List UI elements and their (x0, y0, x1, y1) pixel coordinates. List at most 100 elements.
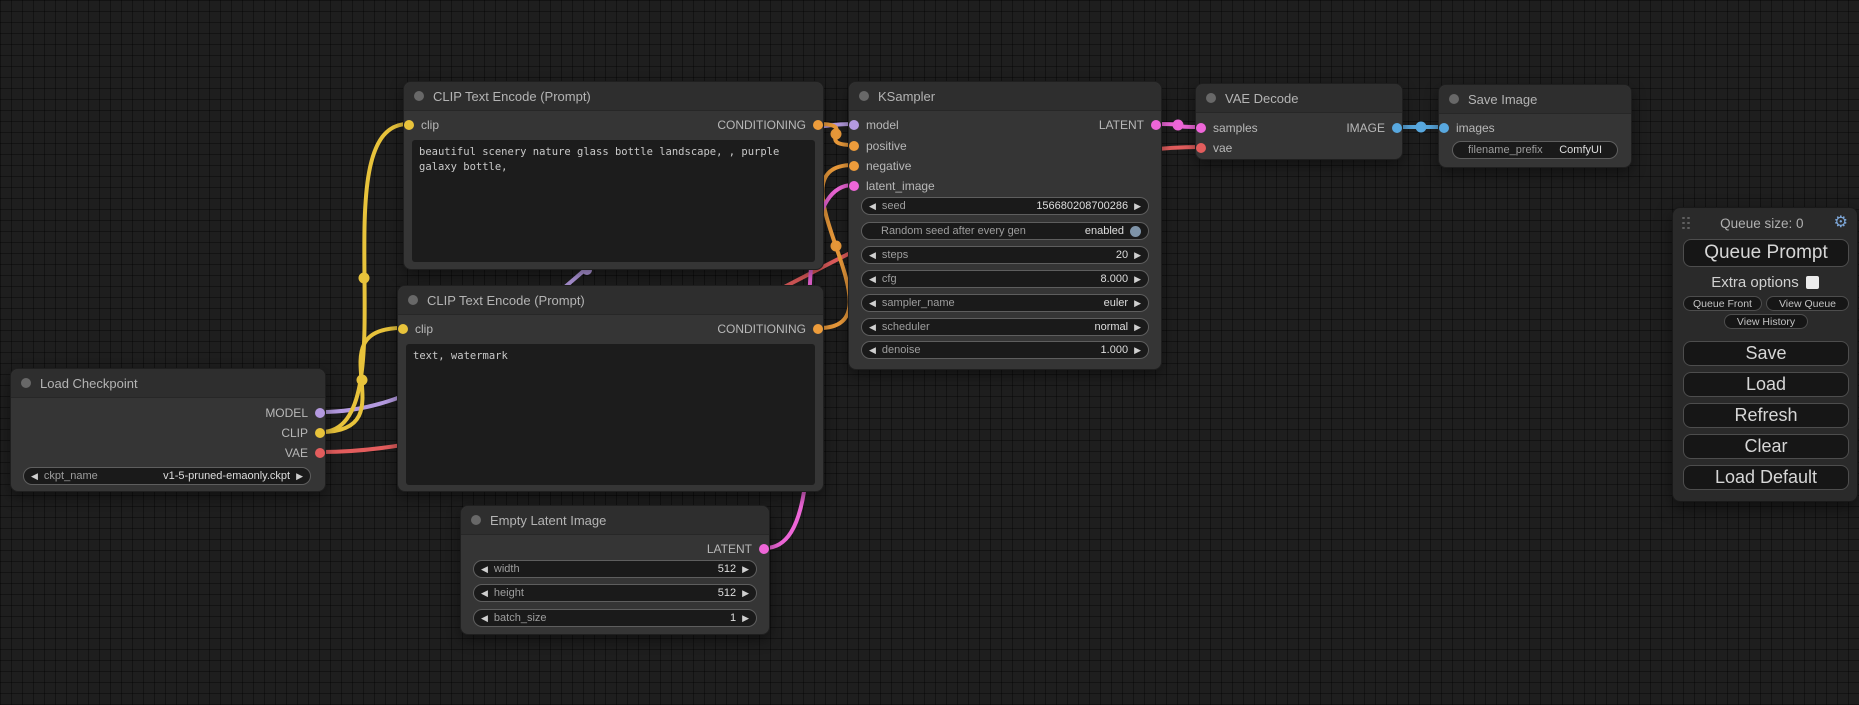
widget-label: ckpt_name (44, 470, 98, 482)
collapse-dot-icon[interactable] (1449, 94, 1459, 104)
port-clip-input[interactable] (398, 324, 408, 334)
widget-random-seed-toggle[interactable]: Random seed after every gen enabled (861, 222, 1149, 240)
increment-arrow-icon[interactable]: ▶ (1134, 251, 1141, 260)
widget-value: enabled (1085, 225, 1124, 237)
decrement-arrow-icon[interactable]: ◀ (481, 589, 488, 598)
node-clip-text-encode-negative[interactable]: CLIP Text Encode (Prompt) clip CONDITION… (397, 285, 824, 492)
queue-panel[interactable]: Queue size: 0 ⚙ Queue Prompt Extra optio… (1672, 207, 1858, 502)
widget-filename-prefix[interactable]: filename_prefix ComfyUI (1452, 141, 1618, 159)
collapse-dot-icon[interactable] (414, 91, 424, 101)
port-clip-output[interactable] (315, 428, 325, 438)
node-title-bar[interactable]: KSampler (849, 82, 1161, 111)
collapse-dot-icon[interactable] (408, 295, 418, 305)
drag-handle-icon[interactable] (1682, 217, 1690, 230)
load-button[interactable]: Load (1683, 372, 1849, 397)
toggle-circle-icon[interactable] (1130, 226, 1141, 237)
gear-icon[interactable]: ⚙ (1834, 215, 1848, 231)
port-latent-image-input[interactable] (849, 181, 859, 191)
widget-sampler-name[interactable]: ◀ sampler_name euler ▶ (861, 294, 1149, 312)
load-default-button[interactable]: Load Default (1683, 465, 1849, 490)
collapse-dot-icon[interactable] (859, 91, 869, 101)
widget-height[interactable]: ◀ height 512 ▶ (473, 584, 757, 602)
node-title: CLIP Text Encode (Prompt) (427, 293, 585, 308)
prompt-textarea[interactable]: text, watermark (406, 344, 815, 485)
view-history-button[interactable]: View History (1724, 314, 1808, 329)
increment-arrow-icon[interactable]: ▶ (1134, 299, 1141, 308)
increment-arrow-icon[interactable]: ▶ (1134, 323, 1141, 332)
decrement-arrow-icon[interactable]: ◀ (869, 346, 876, 355)
extra-options-label: Extra options (1711, 274, 1799, 291)
port-vae-input[interactable] (1196, 143, 1206, 153)
widget-label: batch_size (494, 612, 547, 624)
increment-arrow-icon[interactable]: ▶ (742, 565, 749, 574)
decrement-arrow-icon[interactable]: ◀ (869, 323, 876, 332)
clear-button[interactable]: Clear (1683, 434, 1849, 459)
save-button[interactable]: Save (1683, 341, 1849, 366)
port-negative-input[interactable] (849, 161, 859, 171)
node-title-bar[interactable]: Save Image (1439, 85, 1631, 114)
port-latent-output[interactable] (1151, 120, 1161, 130)
increment-arrow-icon[interactable]: ▶ (742, 614, 749, 623)
node-save-image[interactable]: Save Image images filename_prefix ComfyU… (1438, 84, 1632, 168)
increment-arrow-icon[interactable]: ▶ (296, 472, 303, 481)
port-vae-output[interactable] (315, 448, 325, 458)
port-conditioning-output[interactable] (813, 120, 823, 130)
refresh-button[interactable]: Refresh (1683, 403, 1849, 428)
collapse-dot-icon[interactable] (21, 378, 31, 388)
node-clip-text-encode-positive[interactable]: CLIP Text Encode (Prompt) clip CONDITION… (403, 81, 824, 270)
collapse-dot-icon[interactable] (1206, 93, 1216, 103)
port-images-input[interactable] (1439, 123, 1449, 133)
increment-arrow-icon[interactable]: ▶ (1134, 346, 1141, 355)
port-clip-input[interactable] (404, 120, 414, 130)
widget-width[interactable]: ◀ width 512 ▶ (473, 560, 757, 578)
widget-ckpt-name[interactable]: ◀ ckpt_name v1-5-pruned-emaonly.ckpt ▶ (23, 467, 311, 485)
widget-batch-size[interactable]: ◀ batch_size 1 ▶ (473, 609, 757, 627)
widget-cfg[interactable]: ◀ cfg 8.000 ▶ (861, 270, 1149, 288)
collapse-dot-icon[interactable] (471, 515, 481, 525)
extra-options-checkbox[interactable] (1806, 276, 1819, 289)
port-model-output[interactable] (315, 408, 325, 418)
port-conditioning-output[interactable] (813, 324, 823, 334)
decrement-arrow-icon[interactable]: ◀ (481, 614, 488, 623)
node-canvas[interactable]: CLIP Text Encode (Prompt) clip CONDITION… (0, 0, 1859, 705)
node-title-bar[interactable]: Load Checkpoint (11, 369, 325, 398)
wire-midpoint-dot (1416, 122, 1427, 133)
decrement-arrow-icon[interactable]: ◀ (869, 251, 876, 260)
node-title: Load Checkpoint (40, 376, 138, 391)
decrement-arrow-icon[interactable]: ◀ (869, 202, 876, 211)
decrement-arrow-icon[interactable]: ◀ (869, 299, 876, 308)
port-model-input[interactable] (849, 120, 859, 130)
view-queue-button[interactable]: View Queue (1766, 296, 1849, 311)
widget-value: v1-5-pruned-emaonly.ckpt (163, 470, 290, 482)
node-title: CLIP Text Encode (Prompt) (433, 89, 591, 104)
decrement-arrow-icon[interactable]: ◀ (869, 275, 876, 284)
port-positive-input[interactable] (849, 141, 859, 151)
port-samples-input[interactable] (1196, 123, 1206, 133)
port-latent-output[interactable] (759, 544, 769, 554)
queue-front-button[interactable]: Queue Front (1683, 296, 1762, 311)
queue-prompt-button[interactable]: Queue Prompt (1683, 239, 1849, 267)
node-ksampler[interactable]: KSampler model positive negative latent_… (848, 81, 1162, 370)
increment-arrow-icon[interactable]: ▶ (1134, 275, 1141, 284)
wire-midpoint-dot (359, 273, 370, 284)
widget-steps[interactable]: ◀ steps 20 ▶ (861, 246, 1149, 264)
widget-label: width (494, 563, 520, 575)
node-title-bar[interactable]: CLIP Text Encode (Prompt) (404, 82, 823, 111)
node-empty-latent-image[interactable]: Empty Latent Image LATENT ◀ width 512 ▶ … (460, 505, 770, 635)
widget-seed[interactable]: ◀ seed 156680208700286 ▶ (861, 197, 1149, 215)
port-image-output[interactable] (1392, 123, 1402, 133)
prompt-textarea[interactable]: beautiful scenery nature glass bottle la… (412, 140, 815, 262)
widget-scheduler[interactable]: ◀ scheduler normal ▶ (861, 318, 1149, 336)
node-title-bar[interactable]: VAE Decode (1196, 84, 1402, 113)
widget-denoise[interactable]: ◀ denoise 1.000 ▶ (861, 341, 1149, 359)
increment-arrow-icon[interactable]: ▶ (742, 589, 749, 598)
port-label: clip (421, 118, 439, 132)
node-title-bar[interactable]: Empty Latent Image (461, 506, 769, 535)
node-vae-decode[interactable]: VAE Decode samples vae IMAGE (1195, 83, 1403, 160)
decrement-arrow-icon[interactable]: ◀ (481, 565, 488, 574)
increment-arrow-icon[interactable]: ▶ (1134, 202, 1141, 211)
node-load-checkpoint[interactable]: Load Checkpoint MODEL CLIP VAE ◀ ckpt_na… (10, 368, 326, 492)
node-title-bar[interactable]: CLIP Text Encode (Prompt) (398, 286, 823, 315)
widget-value: 1 (730, 612, 736, 624)
decrement-arrow-icon[interactable]: ◀ (31, 472, 38, 481)
